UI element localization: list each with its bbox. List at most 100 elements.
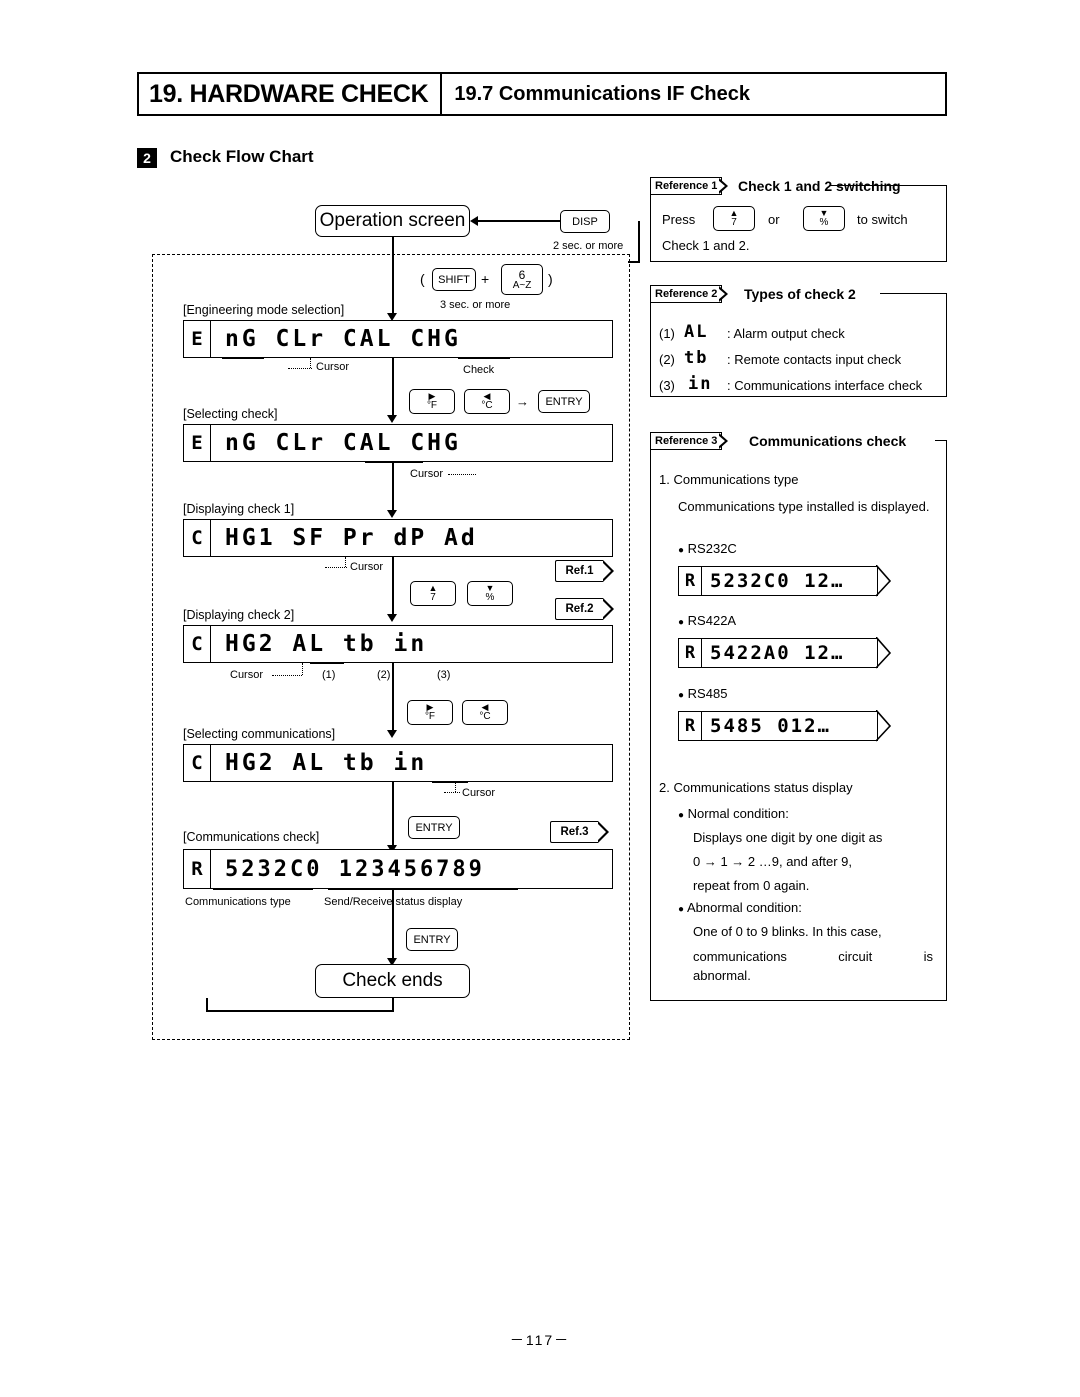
- cursor-label-5: Cursor: [462, 787, 496, 799]
- bullet-dot-4: ●: [678, 810, 685, 821]
- arrow-to-entry: →: [516, 394, 529, 409]
- flow-arrow-3-head: [387, 510, 397, 518]
- shift-key[interactable]: SHIFT: [432, 268, 476, 291]
- reference-2-title: Types of check 2: [744, 286, 856, 302]
- disp-key[interactable]: DISP: [560, 210, 610, 233]
- lcd-row-4-segments: HG2 AL tb in: [225, 631, 428, 657]
- down-key-ref1-label: %: [819, 216, 829, 228]
- lcd-row-6-segments: 5232C0 123456789: [225, 856, 485, 882]
- cursor-dot-line-3: [345, 557, 346, 567]
- lcd-row-4-mini: C: [184, 626, 211, 662]
- reference-1-line2: Check 1 and 2.: [662, 238, 750, 253]
- lcd-row-4: C HG2 AL tb in: [183, 625, 613, 663]
- flow-arrow-2-head: [387, 415, 397, 423]
- c-key-2-label: °C: [479, 710, 491, 722]
- loop-line-h: [206, 1010, 392, 1012]
- flow-arrow-4-head: [387, 614, 397, 622]
- rs485-tail: [876, 710, 892, 742]
- page-header: 19. HARDWARE CHECK 19.7 Communications I…: [137, 72, 947, 116]
- rs422a-display: R 5422A0 12…: [678, 638, 878, 668]
- abnormal-body2-w2: circuit: [838, 949, 873, 964]
- flow-arrow-1-line: [392, 237, 394, 315]
- loop-line-v2: [392, 998, 394, 1012]
- up-key-ref1-label: 7: [731, 216, 737, 228]
- flow-arrow-2-line: [392, 358, 394, 416]
- cursor-label-2: Cursor: [410, 468, 444, 480]
- label-displaying-check-2: [Displaying check 2]: [183, 608, 295, 622]
- reference-3-normal-body3: repeat from 0 again.: [693, 878, 810, 893]
- abnormal-text: Abnormal condition:: [686, 900, 802, 915]
- chapter-title: 19. HARDWARE CHECK: [149, 79, 429, 108]
- reference-3-title: Communications check: [749, 433, 907, 449]
- reference-2-item-1-desc: : Alarm output check: [727, 326, 845, 341]
- operation-screen-box: Operation screen: [315, 205, 470, 237]
- reference-1-or: or: [768, 212, 780, 227]
- reference-2-item-2-code: tb: [684, 348, 709, 368]
- c-key-2[interactable]: ◀ °C: [462, 700, 508, 725]
- marker-2: (2): [377, 669, 391, 681]
- reference-2-item-3-desc: : Communications interface check: [727, 378, 923, 393]
- label-selecting-check: [Selecting check]: [183, 407, 278, 421]
- reference-2-tag: Reference 2: [650, 285, 723, 303]
- rs422a-seg: 5422A0 12…: [710, 642, 845, 664]
- reference-3-abnormal-body2: communications circuit is: [693, 946, 933, 968]
- lcd-row-5-mini: C: [184, 745, 211, 781]
- cursor-dot-hline-1: [288, 368, 312, 369]
- reference-2-item-2-num: (2): [659, 352, 675, 367]
- reference-1-press: Press: [662, 212, 696, 227]
- entry-key-1[interactable]: ENTRY: [538, 390, 590, 413]
- lcd-row-5: C HG2 AL tb in: [183, 744, 613, 782]
- section-title: 19.7 Communications IF Check: [454, 82, 750, 105]
- reference-3-normal-body1: Displays one digit by one digit as: [693, 830, 883, 845]
- up-key-flow[interactable]: ▲ 7: [410, 581, 456, 606]
- page-footer: －117－: [509, 1332, 571, 1348]
- flow-arrow-5-head: [387, 730, 397, 738]
- down-key-flow[interactable]: ▼ %: [467, 581, 513, 606]
- cursor-underline-4: [310, 662, 344, 664]
- lcd-row-1-mini: E: [184, 321, 211, 357]
- lcd-row-5-segments: HG2 AL tb in: [225, 750, 428, 776]
- entry-key-2[interactable]: ENTRY: [408, 816, 460, 839]
- check-ends-box: Check ends: [315, 964, 470, 998]
- reference-2-item-1-num: (1): [659, 326, 675, 341]
- abnormal-body2-w3: is: [923, 949, 933, 964]
- rs232c-display: R 5232C0 12…: [678, 566, 878, 596]
- shift-note: 3 sec. or more: [440, 299, 511, 311]
- lcd-row-2-mini: E: [184, 425, 211, 461]
- down-key-ref1[interactable]: ▼ %: [803, 206, 845, 231]
- reference-3-normal-label: ● Normal condition:: [678, 806, 789, 821]
- up-key-flow-label: 7: [430, 591, 436, 603]
- label-comm-check: [Communications check]: [183, 830, 320, 844]
- reference-3-item1-head: 1. Communications type: [659, 472, 799, 487]
- reference-2-item-3-code: in: [688, 374, 713, 394]
- bullet-dot-1: ●: [678, 545, 685, 556]
- rs232c-text: RS232C: [687, 541, 737, 556]
- reference-3-item2-head: 2. Communications status display: [659, 780, 853, 795]
- document-page: 19. HARDWARE CHECK 19.7 Communications I…: [0, 0, 1080, 1397]
- disp-vline: [638, 221, 640, 261]
- c-key-1[interactable]: ◀ °C: [464, 389, 510, 414]
- f-key-1[interactable]: ▶ °F: [409, 389, 455, 414]
- label-engineering-mode: [Engineering mode selection]: [183, 303, 345, 317]
- disp-note: 2 sec. or more: [553, 240, 624, 252]
- up-key-ref1[interactable]: ▲ 7: [713, 206, 755, 231]
- rs485-display: R 5485 012…: [678, 711, 878, 741]
- lcd-row-3: C HG1 SF Pr dP Ad: [183, 519, 613, 557]
- disp-connector: [478, 220, 560, 222]
- plus-sign: +: [481, 271, 490, 287]
- rs485-mini: R: [679, 712, 702, 740]
- reference-3-abnormal-body3: abnormal.: [693, 968, 751, 983]
- cursor-dot-line-4: [302, 663, 303, 675]
- six-az-key[interactable]: 6 A~Z: [501, 264, 543, 295]
- cursor-underline-2: [365, 461, 423, 463]
- rs232c-tail: [876, 565, 892, 597]
- reference-2-item-3-num: (3): [659, 378, 675, 393]
- f-key-2[interactable]: ▶ °F: [407, 700, 453, 725]
- entry-key-3[interactable]: ENTRY: [406, 928, 458, 951]
- cursor-dot-hline-4: [272, 675, 302, 676]
- paren-close: ): [548, 271, 553, 287]
- cursor-underline-5: [432, 781, 468, 783]
- bullet-dot-3: ●: [678, 690, 685, 701]
- abnormal-body2-w1: communications: [693, 949, 787, 964]
- flow-arrow-7-line: [392, 889, 394, 961]
